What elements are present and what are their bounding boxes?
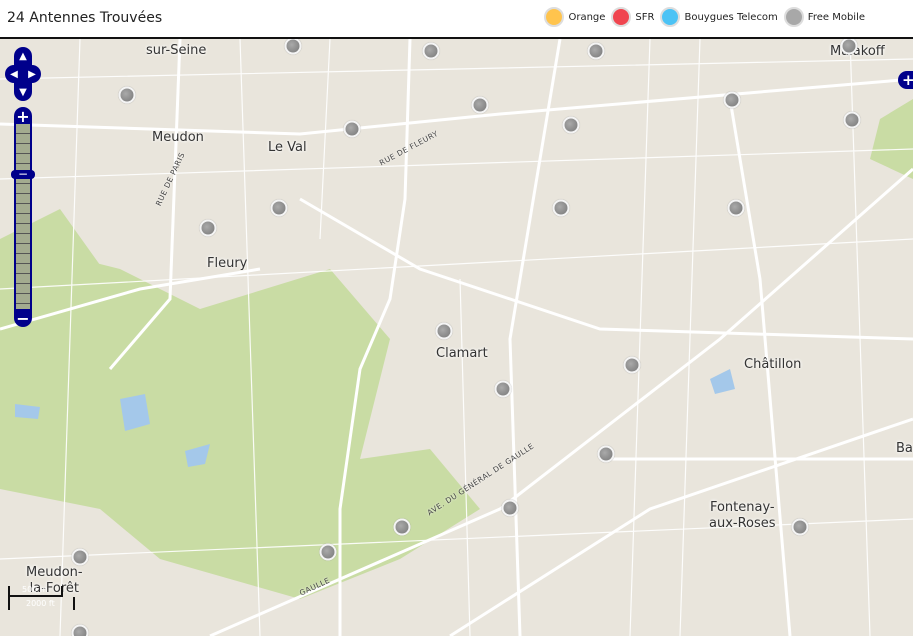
legend-label: Free Mobile [807,11,865,23]
header: 24 Antennes Trouvées Orange SFR Bouygues… [0,0,913,39]
antenna-marker[interactable] [791,518,809,536]
antenna-marker[interactable] [199,219,217,237]
antenna-marker[interactable] [71,624,89,636]
antenna-marker[interactable] [270,199,288,217]
free-dot-icon [783,7,804,27]
place-label: Châtillon [744,357,802,372]
antenna-marker[interactable] [587,42,605,60]
legend-bouygues[interactable]: Bouygues Telecom [660,7,778,27]
legend-label: Orange [568,11,606,23]
pan-right-button[interactable]: ▶ [23,65,41,83]
place-label: Ba [896,441,913,456]
zoom-slider-handle[interactable]: − [11,167,35,181]
sfr-dot-icon [611,7,632,27]
antenna-marker[interactable] [727,199,745,217]
place-label: Fleury [207,256,248,271]
legend-label: SFR [635,11,655,23]
antenna-marker[interactable] [623,356,641,374]
operator-legend: Orange SFR Bouygues Telecom Free Mobile [538,7,865,27]
legend-orange[interactable]: Orange [544,7,605,27]
legend-sfr[interactable]: SFR [611,7,654,27]
place-label: sur-Seine [146,43,207,58]
antenna-marker[interactable] [435,322,453,340]
antenna-marker[interactable] [393,518,411,536]
page-title: 24 Antennes Trouvées [7,10,163,26]
antenna-marker[interactable] [597,445,615,463]
scale-imperial: 2000 ft [26,599,55,608]
antenna-marker[interactable] [343,120,361,138]
place-label: Le Val [268,140,307,155]
place-label: Fontenay- aux-Roses [709,500,776,531]
zoom-out-button[interactable]: − [14,309,32,328]
legend-label: Bouygues Telecom [684,11,778,23]
pan-down-button[interactable]: ▼ [14,83,32,101]
layer-switcher-button[interactable]: + [898,71,913,89]
pan-left-button[interactable]: ◀ [5,65,23,83]
antenna-marker[interactable] [723,91,741,109]
legend-free[interactable]: Free Mobile [783,7,865,27]
antenna-marker[interactable] [552,199,570,217]
zoom-in-button[interactable]: + [14,107,32,126]
antenna-marker[interactable] [118,86,136,104]
antenna-marker[interactable] [562,116,580,134]
antenna-marker[interactable] [494,380,512,398]
antenna-marker[interactable] [422,42,440,60]
scale-metric: 500 m [22,585,48,594]
orange-dot-icon [544,7,565,27]
map[interactable]: sur-Seine Meudon Le Val Fleury Clamart Châtil… [0,39,913,636]
bouygues-dot-icon [660,7,681,27]
map-background [0,39,913,636]
pan-up-button[interactable]: ▲ [14,47,32,65]
antenna-marker[interactable] [843,111,861,129]
antenna-marker[interactable] [71,548,89,566]
antenna-marker[interactable] [471,96,489,114]
zoom-slider-track[interactable] [14,124,32,309]
antenna-marker[interactable] [319,543,337,561]
place-label: Clamart [436,346,488,361]
antenna-marker[interactable] [501,499,519,517]
place-label: Meudon [152,130,204,145]
